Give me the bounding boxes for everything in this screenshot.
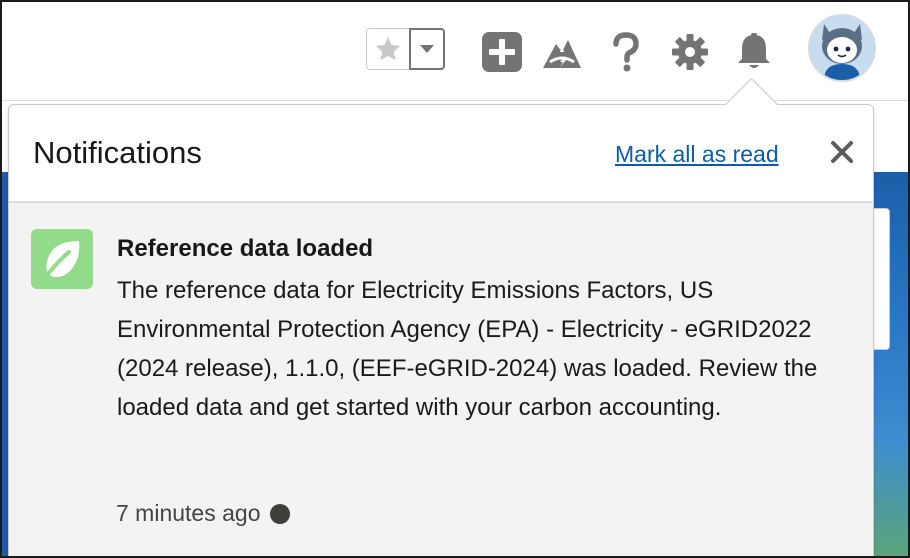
setup-button[interactable] <box>668 30 712 74</box>
star-icon <box>375 37 401 61</box>
leaf-icon <box>31 229 93 289</box>
unread-indicator <box>270 503 291 524</box>
favorite-star-button[interactable] <box>366 28 410 70</box>
notification-title: Reference data loaded <box>117 235 374 262</box>
notifications-button[interactable] <box>732 30 776 74</box>
panel-title: Notifications <box>33 135 202 170</box>
favorites-dropdown-button[interactable] <box>409 28 445 70</box>
notifications-panel-header: Notifications Mark all as read <box>9 105 873 203</box>
notification-body: The reference data for Electricity Emiss… <box>117 277 818 421</box>
gear-icon <box>672 34 708 70</box>
bell-icon <box>738 33 770 68</box>
app-window: Notifications Mark all as read Reference… <box>0 0 910 558</box>
notification-time: 7 minutes ago <box>116 500 261 526</box>
global-actions-button[interactable] <box>480 30 524 74</box>
avatar-icon <box>822 24 862 80</box>
close-icon <box>831 141 853 163</box>
trailhead-icon <box>543 40 581 68</box>
chevron-down-icon <box>420 45 434 53</box>
user-avatar-button[interactable] <box>808 14 876 82</box>
global-header <box>2 2 908 101</box>
mark-all-as-read-link[interactable]: Mark all as read <box>615 141 779 168</box>
help-button[interactable] <box>604 30 648 74</box>
favorites-group <box>366 28 445 72</box>
add-icon <box>482 32 522 72</box>
trailhead-button[interactable] <box>540 30 584 74</box>
help-icon <box>613 32 639 72</box>
notifications-panel: Notifications Mark all as read Reference… <box>8 104 874 556</box>
notification-meta: 7 minutes ago <box>116 500 291 527</box>
close-button[interactable] <box>827 137 857 167</box>
